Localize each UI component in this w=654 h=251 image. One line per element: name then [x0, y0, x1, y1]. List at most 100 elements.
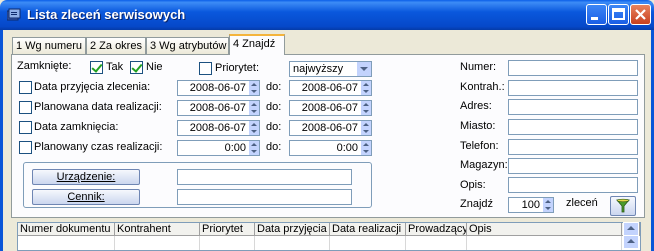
cennik-button[interactable]: Cennik: — [32, 189, 140, 205]
date-value: 2008-06-07 — [301, 122, 358, 134]
planowana-data-from[interactable]: 2008-06-07 — [177, 100, 260, 116]
miasto-input[interactable] — [508, 119, 638, 135]
spin-arrows-icon[interactable] — [360, 121, 371, 135]
telefon-input[interactable] — [508, 139, 638, 155]
data-przyjecia-checkbox[interactable] — [19, 81, 32, 94]
spin-arrows-icon[interactable] — [248, 121, 259, 135]
magazyn-input[interactable] — [508, 158, 638, 174]
scroll-up-button[interactable] — [623, 235, 639, 249]
planowany-czas-from[interactable]: 0:00 — [177, 140, 260, 156]
priorytet-select[interactable]: najwyższy — [289, 61, 372, 77]
column-header-data-realizacji[interactable]: Data realizacji — [330, 223, 406, 236]
planowana-data-checkbox[interactable] — [19, 101, 32, 114]
column-header-opis[interactable]: Opis — [467, 223, 622, 236]
column-header-numer[interactable]: Numer dokumentu — [18, 223, 115, 236]
service-list-icon — [7, 8, 21, 21]
spin-arrows-icon[interactable] — [248, 141, 259, 155]
filter-button[interactable] — [610, 196, 636, 216]
data-przyjecia-label: Data przyjęcia zlecenia: — [34, 81, 151, 93]
miasto-label: Miasto: — [460, 120, 496, 132]
kontrahent-input[interactable] — [508, 80, 638, 96]
tab-label: 2 Za okres — [90, 40, 142, 52]
data-zamkniecia-checkbox[interactable] — [19, 121, 32, 134]
column-divider — [114, 236, 115, 250]
adres-label: Adres: — [460, 100, 492, 112]
chevron-down-icon[interactable] — [357, 62, 371, 76]
spin-arrows-icon[interactable] — [248, 101, 259, 115]
data-zamkniecia-to[interactable]: 2008-06-07 — [289, 120, 372, 136]
date-value: 2008-06-07 — [301, 82, 358, 94]
title-bar: Lista zleceń serwisowych — [0, 0, 654, 30]
column-divider — [254, 236, 255, 250]
date-value: 2008-06-07 — [301, 102, 358, 114]
spin-arrows-icon[interactable] — [542, 198, 553, 212]
column-divider — [329, 236, 330, 250]
time-value: 0:00 — [224, 142, 246, 154]
close-button[interactable] — [630, 4, 651, 25]
kontrahent-label: Kontrah.: — [460, 81, 505, 93]
spin-arrows-icon[interactable] — [248, 81, 259, 95]
planowany-czas-to[interactable]: 0:00 — [289, 140, 372, 156]
date-value: 2008-06-07 — [189, 102, 246, 114]
do-label: do: — [266, 141, 282, 153]
close-icon — [635, 9, 646, 20]
urzadzenie-button[interactable]: Urządzenie: — [32, 169, 140, 185]
magazyn-label: Magazyn: — [460, 159, 508, 171]
telefon-label: Telefon: — [460, 140, 499, 152]
maximize-icon — [612, 8, 625, 20]
urzadzenie-input[interactable] — [177, 169, 352, 185]
zamkniete-label: Zamknięte: — [17, 60, 72, 72]
spin-arrows-icon[interactable] — [360, 141, 371, 155]
column-header-kontrahent[interactable]: Kontrahent — [115, 223, 200, 236]
planowana-data-label: Planowana data realizacji: — [34, 101, 162, 113]
minimize-icon — [591, 17, 598, 20]
column-header-priorytet[interactable]: Priorytet — [200, 223, 255, 236]
zlecen-label: zleceń — [566, 197, 598, 209]
spin-arrows-icon[interactable] — [360, 101, 371, 115]
time-value: 0:00 — [336, 142, 358, 154]
do-label: do: — [266, 101, 282, 113]
opis-input[interactable] — [508, 177, 638, 193]
planowany-czas-checkbox[interactable] — [19, 141, 32, 154]
column-divider — [466, 236, 467, 250]
priorytet-value: najwyższy — [293, 63, 344, 75]
column-divider — [621, 236, 622, 250]
planowana-data-to[interactable]: 2008-06-07 — [289, 100, 372, 116]
window-title: Lista zleceń serwisowych — [27, 7, 186, 22]
tab-label: 3 Wg atrybutów — [150, 40, 227, 52]
opis-label: Opis: — [460, 179, 486, 191]
maximize-button[interactable] — [608, 4, 629, 25]
column-divider — [405, 236, 406, 250]
tab-wg-numeru[interactable]: 1 Wg numeru — [12, 37, 86, 54]
do-label: do: — [266, 121, 282, 133]
data-przyjecia-from[interactable]: 2008-06-07 — [177, 80, 260, 96]
tak-checkbox[interactable] — [90, 61, 103, 74]
tab-label: 1 Wg numeru — [16, 40, 83, 52]
data-przyjecia-to[interactable]: 2008-06-07 — [289, 80, 372, 96]
adres-input[interactable] — [508, 99, 638, 115]
minimize-button[interactable] — [586, 4, 607, 25]
column-header-prowadzacy[interactable]: Prowadzący — [406, 223, 467, 236]
priorytet-label: Priorytet: — [215, 62, 260, 74]
nie-checkbox[interactable] — [130, 61, 143, 74]
tab-za-okres[interactable]: 2 Za okres — [86, 37, 146, 54]
column-header-data-przyjecia[interactable]: Data przyjęcia — [255, 223, 330, 236]
funnel-icon — [616, 198, 630, 213]
spin-arrows-icon[interactable] — [360, 81, 371, 95]
data-zamkniecia-from[interactable]: 2008-06-07 — [177, 120, 260, 136]
planowany-czas-label: Planowany czas realizacji: — [34, 141, 163, 153]
tab-wg-atrybutow[interactable]: 3 Wg atrybutów — [146, 37, 229, 54]
tak-label: Tak — [106, 61, 124, 73]
numer-input[interactable] — [508, 60, 638, 76]
cennik-input[interactable] — [177, 189, 352, 205]
count-stepper[interactable]: 100 — [508, 197, 554, 213]
tab-label: 4 Znajdź — [233, 38, 276, 50]
nie-label: Nie — [146, 61, 163, 73]
tab-znajdz[interactable]: 4 Znajdź — [229, 34, 285, 55]
priorytet-checkbox[interactable] — [199, 62, 212, 75]
znajdz-label: Znajdź — [460, 198, 494, 210]
scroll-up-button[interactable] — [623, 222, 639, 236]
count-value: 100 — [521, 199, 540, 211]
orders-grid[interactable]: Numer dokumentu Kontrahent Priorytet Dat… — [17, 222, 641, 251]
data-zamkniecia-label: Data zamknięcia: — [34, 121, 119, 133]
